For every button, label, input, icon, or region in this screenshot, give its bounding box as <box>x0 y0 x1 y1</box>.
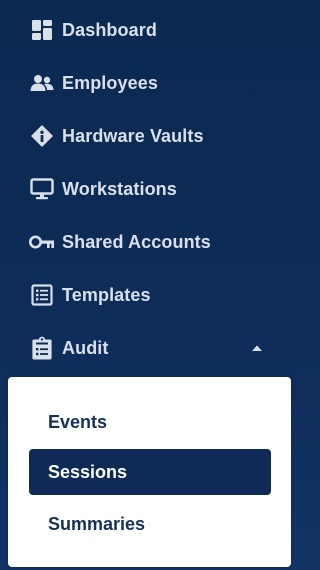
sidebar-item-label: Hardware Vaults <box>62 125 204 146</box>
submenu-item-summaries[interactable]: Summaries <box>29 501 271 547</box>
sidebar-item-employees[interactable]: Employees <box>0 63 298 103</box>
submenu-item-label: Events <box>48 411 108 432</box>
audit-submenu: Events Sessions Summaries <box>8 377 291 567</box>
clipboard-icon <box>29 335 55 361</box>
sidebar-item-label: Dashboard <box>62 19 157 40</box>
monitor-icon <box>29 176 55 202</box>
submenu-item-label: Sessions <box>48 461 128 482</box>
submenu-item-sessions[interactable]: Sessions <box>29 449 271 495</box>
sidebar-item-shared-accounts[interactable]: Shared Accounts <box>0 222 298 262</box>
submenu-item-label: Summaries <box>48 513 146 534</box>
dashboard-icon <box>29 17 55 43</box>
sidebar-item-hardware-vaults[interactable]: Hardware Vaults <box>0 116 298 156</box>
sidebar-item-dashboard[interactable]: Dashboard <box>0 10 298 50</box>
sidebar-item-audit[interactable]: Audit <box>0 328 298 368</box>
employees-icon <box>29 70 55 96</box>
sidebar: Dashboard Employees Hardware Vaults Work… <box>0 0 298 570</box>
sidebar-item-label: Employees <box>62 72 158 93</box>
sidebar-item-label: Templates <box>62 284 151 305</box>
sidebar-item-label: Workstations <box>62 178 177 199</box>
chevron-up-icon[interactable] <box>250 341 264 355</box>
key-icon <box>29 229 55 255</box>
hardware-vault-icon <box>29 123 55 149</box>
template-icon <box>29 282 55 308</box>
submenu-item-events[interactable]: Events <box>29 399 271 445</box>
sidebar-item-label: Audit <box>62 337 109 358</box>
sidebar-item-workstations[interactable]: Workstations <box>0 169 298 209</box>
sidebar-item-label: Shared Accounts <box>62 231 211 252</box>
sidebar-item-templates[interactable]: Templates <box>0 275 298 315</box>
